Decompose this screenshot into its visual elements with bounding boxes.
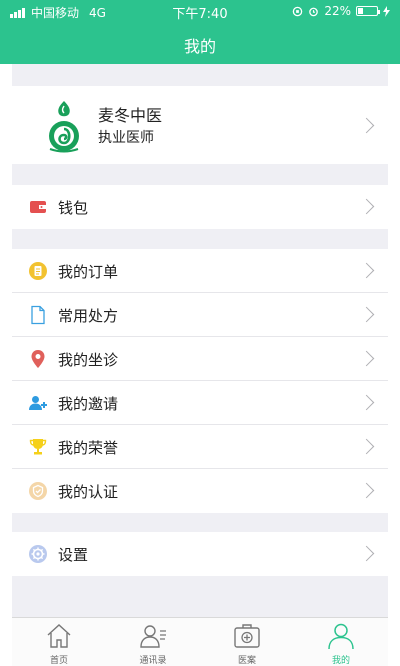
- menu-item-settings[interactable]: 设置: [12, 532, 388, 576]
- prescription-icon: [31, 305, 45, 325]
- tab-me[interactable]: 我的: [294, 618, 388, 666]
- menu-item-label: 常用处方: [58, 307, 119, 325]
- invite-user-icon: [29, 396, 47, 410]
- profile-icon: [328, 623, 354, 650]
- battery-percent: 22%: [324, 4, 351, 18]
- profile-name: 麦冬中医: [98, 106, 163, 125]
- chevron-right-icon: [358, 545, 375, 562]
- menu-item-label: 我的邀请: [58, 395, 119, 413]
- chevron-right-icon: [358, 482, 375, 499]
- menu-item-label: 我的荣誉: [58, 439, 119, 457]
- menu-item-wallet[interactable]: 钱包: [12, 185, 388, 229]
- location-pin-icon: [31, 350, 45, 368]
- tab-medical-cases[interactable]: 医案: [200, 618, 294, 666]
- menu-item-clinic[interactable]: 我的坐诊: [12, 337, 388, 381]
- rotation-lock-icon: [293, 6, 303, 16]
- status-bar: 中国移动 4G 下午7:40 22%: [0, 0, 400, 22]
- trophy-icon: [29, 439, 47, 455]
- settings-section: 设置: [12, 532, 388, 576]
- menu-item-honors[interactable]: 我的荣誉: [12, 425, 388, 469]
- certification-icon: [29, 482, 47, 500]
- chevron-right-icon: [358, 117, 375, 134]
- gear-icon: [29, 545, 47, 563]
- contacts-icon: [140, 625, 166, 648]
- profile-card[interactable]: 麦冬中医 执业医师: [12, 86, 388, 164]
- battery-icon: [356, 6, 380, 16]
- medical-case-icon: [234, 624, 260, 648]
- avatar: [49, 101, 79, 153]
- charging-icon: [383, 5, 390, 17]
- menu-list: 我的订单 常用处方 我的坐诊 我的邀请 我的荣誉 我的认证: [12, 249, 388, 513]
- menu-item-label: 我的认证: [58, 483, 119, 501]
- home-icon: [47, 624, 71, 648]
- menu-item-label: 钱包: [58, 199, 89, 217]
- menu-item-label: 设置: [58, 546, 89, 564]
- chevron-right-icon: [358, 198, 375, 215]
- wallet-icon: [30, 201, 46, 213]
- wallet-section: 钱包: [12, 185, 388, 229]
- menu-item-orders[interactable]: 我的订单: [12, 249, 388, 293]
- alarm-icon: [309, 7, 319, 16]
- chevron-right-icon: [358, 438, 375, 455]
- profile-role: 执业医师: [98, 130, 154, 146]
- chevron-right-icon: [358, 350, 375, 367]
- top-bar: 中国移动 4G 下午7:40 22% 我的: [0, 0, 400, 64]
- menu-item-label: 我的坐诊: [58, 351, 119, 369]
- chevron-right-icon: [358, 394, 375, 411]
- menu-item-label: 我的订单: [58, 263, 119, 281]
- tab-contacts[interactable]: 通讯录: [106, 618, 200, 666]
- menu-item-invite[interactable]: 我的邀请: [12, 381, 388, 425]
- tab-label: 我的: [331, 656, 350, 666]
- chevron-right-icon: [358, 306, 375, 323]
- order-icon: [29, 262, 47, 280]
- tab-bar: 首页 通讯录 医案 我的: [12, 617, 388, 666]
- chevron-right-icon: [358, 262, 375, 279]
- tab-label: 首页: [49, 656, 68, 666]
- tab-home[interactable]: 首页: [12, 618, 106, 666]
- tab-label: 医案: [237, 656, 256, 666]
- menu-item-certification[interactable]: 我的认证: [12, 469, 388, 513]
- tab-label: 通讯录: [139, 656, 167, 666]
- menu-item-prescriptions[interactable]: 常用处方: [12, 293, 388, 337]
- page-title: 我的: [183, 37, 216, 56]
